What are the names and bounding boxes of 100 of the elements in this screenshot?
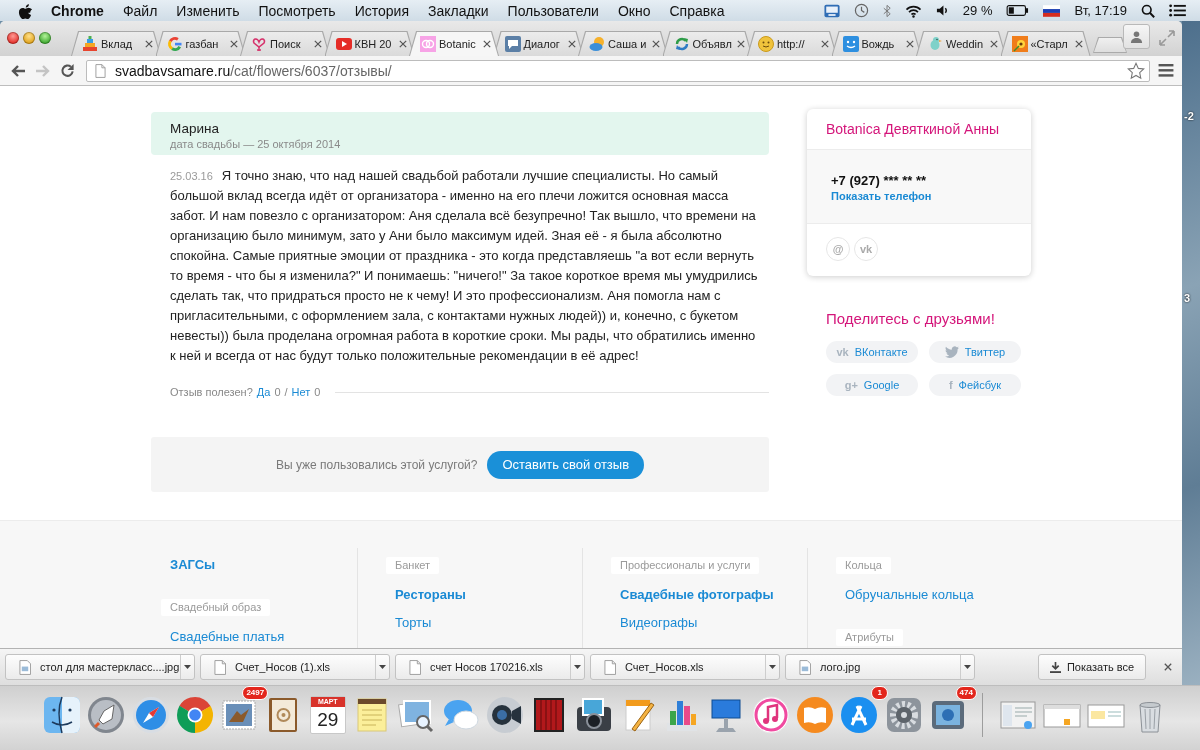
yes-link[interactable]: Да: [256, 386, 271, 398]
close-icon[interactable]: [314, 40, 322, 48]
prompt-question: Вы уже пользовались этой услугой?: [275, 457, 478, 472]
clock[interactable]: Вт, 17:19: [1074, 3, 1127, 18]
close-window-button[interactable]: [7, 32, 19, 44]
review-author: Марина: [170, 120, 220, 137]
round-logo-icon[interactable]: [174, 695, 215, 735]
no-link[interactable]: Нет: [291, 386, 311, 398]
close-icon[interactable]: [567, 40, 576, 48]
vote-divider: /: [284, 386, 288, 398]
caret-icon: [379, 665, 386, 669]
caret-icon: [184, 665, 191, 669]
dropdown-button[interactable]: [765, 655, 779, 679]
footer-link[interactable]: Торты: [386, 613, 432, 633]
apple-icon[interactable]: [18, 2, 33, 19]
close-icon[interactable]: [1164, 663, 1172, 671]
display-icon[interactable]: [823, 3, 840, 18]
menu-item[interactable]: Изменить: [176, 2, 240, 19]
smile-square-icon: [842, 36, 859, 52]
close-icon[interactable]: [398, 40, 407, 48]
close-icon[interactable]: [905, 40, 914, 48]
menu-item[interactable]: Файл: [122, 2, 158, 19]
menu-item[interactable]: Справка: [669, 2, 725, 19]
footer-link[interactable]: Видеографы: [611, 613, 698, 633]
battery-icon[interactable]: [1006, 5, 1030, 16]
close-icon[interactable]: [736, 40, 745, 48]
reload-button[interactable]: [58, 61, 77, 80]
app-menu[interactable]: Chrome: [51, 2, 104, 19]
category-label: Атрибуты: [836, 629, 903, 646]
address-field[interactable]: svadbavsamare.ru/cat/flowers/6037/отзывы/: [86, 59, 1150, 82]
list-icon[interactable]: [1169, 4, 1186, 17]
browser-tab[interactable]: «Старл: [1000, 31, 1091, 56]
desktop-icon-label: 3: [1184, 291, 1191, 305]
footer-link[interactable]: Обручальные кольца: [836, 585, 974, 605]
menu-item[interactable]: Закладки: [427, 2, 489, 19]
download-item[interactable]: счет Носов 170216.xls: [395, 654, 585, 680]
speech-bubble-icon: [504, 36, 521, 52]
logo-icon: g+: [844, 379, 858, 391]
notification-badge: 2497: [242, 686, 269, 700]
flag-icon[interactable]: [1043, 4, 1061, 17]
minimize-window-button[interactable]: [23, 32, 35, 44]
vendor-name: Botanica Девяткиной Анны: [825, 120, 1000, 139]
crossed-tools-icon[interactable]: [839, 695, 880, 735]
menu-item[interactable]: Окно: [617, 2, 651, 19]
clock-icon[interactable]: [853, 3, 869, 18]
speaker-icon[interactable]: [935, 4, 949, 17]
download-item[interactable]: Счет_Носов (1).xls: [200, 654, 390, 680]
close-icon[interactable]: [229, 40, 238, 48]
dropdown-button[interactable]: [375, 655, 389, 679]
category-label: Банкет: [386, 557, 440, 574]
menu-item[interactable]: История: [354, 2, 409, 19]
dropdown-button[interactable]: [960, 655, 974, 679]
show-all-button[interactable]: Показать все: [1038, 654, 1146, 680]
category-label: Свадебный образ: [161, 599, 271, 616]
dropdown-button[interactable]: [570, 655, 584, 679]
ring-icon: [166, 36, 183, 52]
star-icon[interactable]: [1127, 61, 1145, 80]
logo-icon: vk: [836, 346, 849, 358]
rocket-icon[interactable]: [86, 695, 127, 735]
smiling-face-icon[interactable]: [42, 695, 82, 735]
close-icon[interactable]: [821, 40, 829, 48]
profile-button[interactable]: [1123, 24, 1150, 49]
helpful-question: Отзыв полезен?: [170, 386, 253, 398]
close-icon[interactable]: [483, 40, 491, 48]
vote-count: 0: [274, 386, 281, 398]
close-icon[interactable]: [652, 40, 660, 48]
browser-tab[interactable]: Botanic: [409, 31, 499, 56]
menu-item[interactable]: Пользователи: [507, 2, 599, 19]
page-icon: [95, 63, 106, 78]
image-file-icon: [19, 659, 31, 675]
close-icon[interactable]: [1074, 40, 1083, 48]
menu-icon[interactable]: [1158, 64, 1174, 77]
close-icon[interactable]: [145, 40, 153, 48]
download-item[interactable]: лого.jpg: [785, 654, 975, 680]
file-icon: [409, 659, 421, 675]
wifi-icon[interactable]: [904, 3, 922, 18]
phone-number: +7 (927) *** ** **: [831, 173, 928, 189]
share-button[interactable]: vk ВКонтакте: [826, 341, 918, 363]
flower-icon: [1011, 36, 1028, 52]
close-icon[interactable]: [990, 40, 998, 48]
show-phone-link[interactable]: Показать телефон: [831, 189, 1007, 203]
zoom-window-button[interactable]: [39, 32, 51, 44]
stacked-bars-icon: [82, 36, 98, 52]
menu-item[interactable]: Посмотреть: [258, 2, 336, 19]
download-item[interactable]: Счет_Носов.xls: [590, 654, 780, 680]
share-button[interactable]: g+ Google: [826, 374, 918, 396]
footer-link[interactable]: Рестораны: [386, 585, 466, 605]
file-icon: [604, 659, 616, 675]
download-item[interactable]: стол для мастеркласс....jpg: [5, 654, 195, 680]
music-note-icon[interactable]: [750, 695, 791, 735]
review-text: 25.03.16 Я точно знаю, что над нашей свадьбой работали лучшие специалисты. Но самый большой вклад всегда идёт от организатора - именно на его плечи ложится основная масса забот. И нам повезло с организатором: Аня сделала всё безупречно! Так вышло, что времени на организацию было минимум, зато у Ани было максимум идей. Зная её - я была абсолютно спокойна. Самые приятные эмоции от праздника - это когда представляешь "а вот если вернуть то время - что бы я изменила?" И понимаешь: "ничего!" За такое короткое время мы умудрились сделать так, что придраться просто не к чему! И это профессионализм. Аня помогла нам с пригласительными, с оформлением зала, с контактами нужных людей)) и, конечно, с букетом невесты)) была проделана огромная работа в короткие сроки. Мы рады, что обратились именно к ней и всегда от нас будут только положительные рекомендации в её адрес!: [169, 167, 759, 365]
dropdown-button[interactable]: [180, 655, 194, 679]
download-icon: [1049, 661, 1061, 673]
person-icon: [1130, 30, 1143, 43]
footer-link[interactable]: Свадебные платья: [161, 627, 285, 647]
bluetooth-icon[interactable]: [882, 3, 891, 18]
video-camera-icon[interactable]: [484, 695, 525, 735]
share-button[interactable]: f Фейсбук: [929, 374, 1021, 396]
search-icon[interactable]: [1141, 3, 1155, 18]
compass-icon[interactable]: [130, 695, 171, 735]
